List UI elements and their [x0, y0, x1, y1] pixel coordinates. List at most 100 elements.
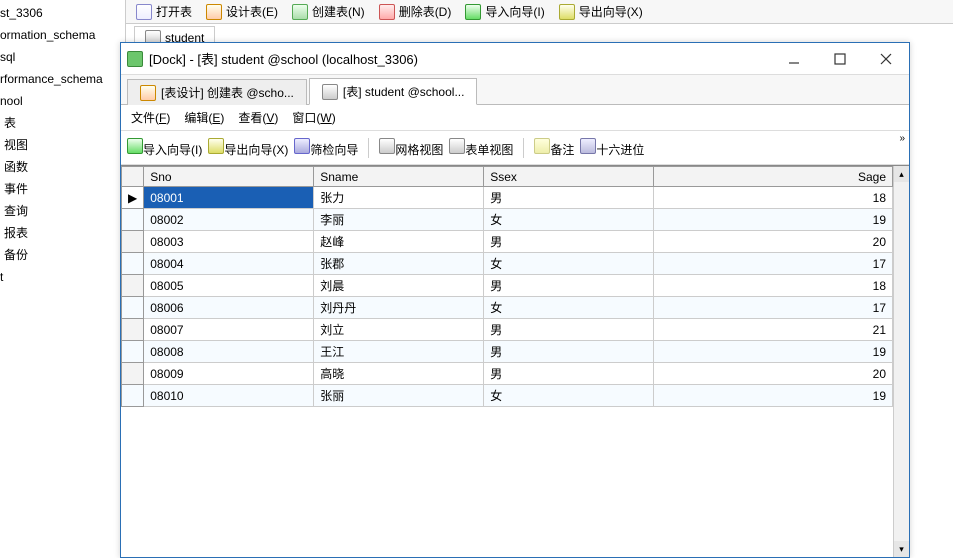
row-marker[interactable]: [122, 275, 144, 297]
cell-sno[interactable]: 08009: [144, 363, 314, 385]
cell-sage[interactable]: 19: [654, 209, 893, 231]
cell-sno[interactable]: 08008: [144, 341, 314, 363]
tree-item[interactable]: 备份: [0, 244, 125, 266]
toolbar-button[interactable]: 表单视图: [449, 138, 513, 158]
row-marker[interactable]: [122, 341, 144, 363]
table-row[interactable]: 08002李丽女19: [122, 209, 893, 231]
toolbar-button[interactable]: 网格视图: [379, 138, 443, 158]
column-header-ssex[interactable]: Ssex: [484, 167, 654, 187]
tree-item[interactable]: 函数: [0, 156, 125, 178]
toolbar-button[interactable]: 设计表(E): [202, 1, 282, 22]
cell-ssex[interactable]: 男: [484, 187, 654, 209]
toolbar-button[interactable]: 备注: [534, 138, 574, 158]
cell-sage[interactable]: 18: [654, 275, 893, 297]
tree-item[interactable]: 报表: [0, 222, 125, 244]
row-marker[interactable]: [122, 231, 144, 253]
db-tree[interactable]: st_3306ormation_schemasqlrformance_schem…: [0, 0, 126, 558]
row-marker[interactable]: [122, 209, 144, 231]
cell-sname[interactable]: 张力: [314, 187, 484, 209]
scroll-up-button[interactable]: ▴: [894, 166, 909, 182]
cell-sage[interactable]: 20: [654, 231, 893, 253]
table-row[interactable]: 08004张郡女17: [122, 253, 893, 275]
cell-sage[interactable]: 20: [654, 363, 893, 385]
cell-sage[interactable]: 17: [654, 253, 893, 275]
cell-sname[interactable]: 刘丹丹: [314, 297, 484, 319]
toolbar-button[interactable]: 十六进位: [580, 138, 644, 158]
cell-ssex[interactable]: 男: [484, 341, 654, 363]
cell-ssex[interactable]: 男: [484, 319, 654, 341]
tree-item[interactable]: nool: [0, 90, 125, 112]
vertical-scrollbar[interactable]: ▴ ▾: [893, 166, 909, 557]
toolbar-button[interactable]: 删除表(D): [375, 1, 456, 22]
column-header-sage[interactable]: Sage: [654, 167, 893, 187]
inner-tab[interactable]: [表设计] 创建表 @scho...: [127, 79, 307, 105]
cell-ssex[interactable]: 女: [484, 209, 654, 231]
cell-sno[interactable]: 08004: [144, 253, 314, 275]
menu-f[interactable]: 文件(F): [131, 109, 170, 126]
tree-item[interactable]: rformance_schema: [0, 68, 125, 90]
menu-e[interactable]: 编辑(E): [184, 109, 224, 126]
tree-item[interactable]: ormation_schema: [0, 24, 125, 46]
table-row[interactable]: 08010张丽女19: [122, 385, 893, 407]
toolbar-button[interactable]: 导出向导(X): [208, 138, 288, 158]
cell-sname[interactable]: 赵峰: [314, 231, 484, 253]
cell-sage[interactable]: 17: [654, 297, 893, 319]
inner-tab[interactable]: [表] student @school...: [309, 78, 478, 105]
row-marker[interactable]: [122, 319, 144, 341]
tree-item[interactable]: 表: [0, 112, 125, 134]
tree-item[interactable]: sql: [0, 46, 125, 68]
column-header-sname[interactable]: Sname: [314, 167, 484, 187]
table-row[interactable]: 08008王江男19: [122, 341, 893, 363]
row-marker[interactable]: [122, 253, 144, 275]
cell-sno[interactable]: 08005: [144, 275, 314, 297]
tree-item[interactable]: st_3306: [0, 2, 125, 24]
cell-sname[interactable]: 王江: [314, 341, 484, 363]
cell-sno[interactable]: 08010: [144, 385, 314, 407]
cell-sno[interactable]: 08006: [144, 297, 314, 319]
toolbar-button[interactable]: 打开表: [132, 1, 196, 22]
table-row[interactable]: 08009高晓男20: [122, 363, 893, 385]
cell-sname[interactable]: 张丽: [314, 385, 484, 407]
minimize-button[interactable]: [771, 43, 817, 75]
row-marker[interactable]: [122, 363, 144, 385]
cell-sname[interactable]: 李丽: [314, 209, 484, 231]
tree-item[interactable]: 事件: [0, 178, 125, 200]
cell-sno[interactable]: 08007: [144, 319, 314, 341]
titlebar[interactable]: [Dock] - [表] student @school (localhost_…: [121, 43, 909, 75]
cell-sage[interactable]: 18: [654, 187, 893, 209]
cell-ssex[interactable]: 女: [484, 297, 654, 319]
cell-sage[interactable]: 19: [654, 341, 893, 363]
scroll-down-button[interactable]: ▾: [894, 541, 909, 557]
table-row[interactable]: ▶08001张力男18: [122, 187, 893, 209]
cell-ssex[interactable]: 女: [484, 385, 654, 407]
cell-sage[interactable]: 21: [654, 319, 893, 341]
cell-sno[interactable]: 08002: [144, 209, 314, 231]
table-row[interactable]: 08007刘立男21: [122, 319, 893, 341]
row-marker[interactable]: [122, 385, 144, 407]
cell-sno[interactable]: 08001: [144, 187, 314, 209]
toolbar-button[interactable]: 导出向导(X): [555, 1, 647, 22]
cell-sname[interactable]: 刘立: [314, 319, 484, 341]
cell-ssex[interactable]: 男: [484, 275, 654, 297]
tree-item[interactable]: t: [0, 266, 125, 288]
cell-sname[interactable]: 张郡: [314, 253, 484, 275]
cell-ssex[interactable]: 男: [484, 231, 654, 253]
toolbar-button[interactable]: 导入向导(I): [461, 1, 548, 22]
data-grid[interactable]: SnoSnameSsexSage ▶08001张力男1808002李丽女1908…: [121, 165, 909, 557]
tree-item[interactable]: 视图: [0, 134, 125, 156]
menu-w[interactable]: 窗口(W): [292, 109, 335, 126]
toolbar-button[interactable]: 导入向导(I): [127, 138, 202, 158]
cell-sname[interactable]: 高晓: [314, 363, 484, 385]
tree-item[interactable]: 查询: [0, 200, 125, 222]
menu-v[interactable]: 查看(V): [238, 109, 278, 126]
close-button[interactable]: [863, 43, 909, 75]
cell-sname[interactable]: 刘晨: [314, 275, 484, 297]
cell-ssex[interactable]: 女: [484, 253, 654, 275]
cell-sage[interactable]: 19: [654, 385, 893, 407]
row-marker[interactable]: ▶: [122, 187, 144, 209]
cell-ssex[interactable]: 男: [484, 363, 654, 385]
toolbar-overflow-button[interactable]: »: [899, 133, 905, 144]
row-marker[interactable]: [122, 297, 144, 319]
table-row[interactable]: 08003赵峰男20: [122, 231, 893, 253]
table-row[interactable]: 08006刘丹丹女17: [122, 297, 893, 319]
